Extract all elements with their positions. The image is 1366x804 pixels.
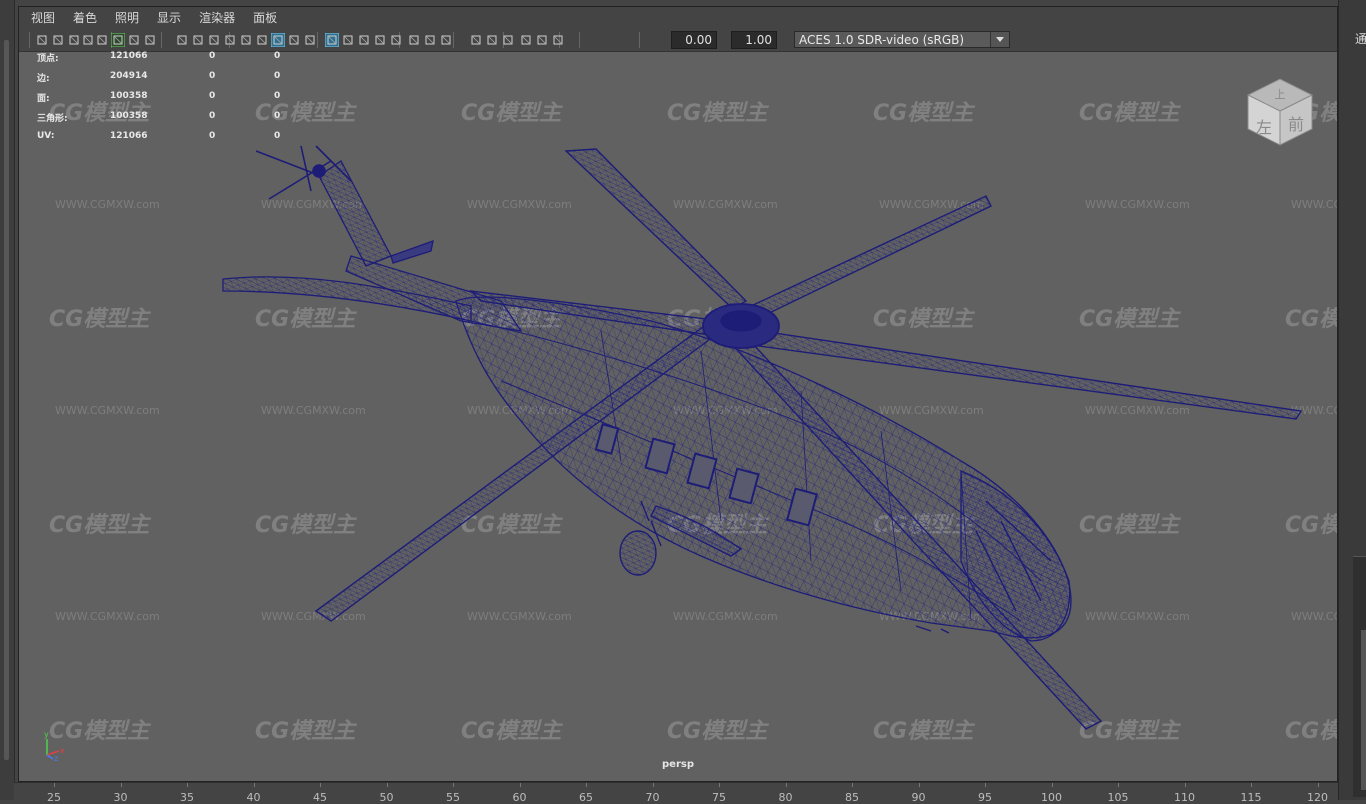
camera-name-label: persp <box>662 759 694 770</box>
viewcube-front-label: 前 <box>1288 115 1304 134</box>
ruler-mark <box>1051 783 1053 787</box>
ruler-mark <box>985 783 986 787</box>
hud-value-total: 100358 <box>110 111 148 121</box>
hud-value-third: 0 <box>274 71 281 81</box>
hud-value-third: 0 <box>274 131 281 141</box>
ruler-mark <box>320 783 321 787</box>
ruler-tick-label: 105 <box>1107 791 1129 804</box>
axis-gizmo: y x z <box>44 730 65 761</box>
ruler-mark <box>1118 783 1119 787</box>
ruler-mark <box>386 783 388 787</box>
ruler-tick-label: 35 <box>180 791 194 804</box>
axis-x-label: x <box>60 746 65 755</box>
ruler-tick-label: 60 <box>512 791 527 804</box>
ruler-tick-label: 70 <box>645 791 660 804</box>
hud-value-third: 0 <box>274 51 281 61</box>
ruler-mark <box>1184 783 1186 787</box>
ruler-mark <box>253 783 255 787</box>
left-shelf-rail <box>0 0 15 800</box>
hud-value-selected: 0 <box>209 131 216 141</box>
hud-value-total: 121066 <box>110 51 148 61</box>
hud-value-selected: 0 <box>209 71 216 81</box>
ruler-tick-label: 100 <box>1041 791 1062 804</box>
ruler-tick-label: 95 <box>978 791 992 804</box>
view-cube[interactable]: 上 左 前 <box>1244 75 1316 147</box>
hud-label: UV: <box>37 131 55 141</box>
viewcube-top-label: 上 <box>1275 88 1286 101</box>
hud-value-total: 100358 <box>110 91 148 101</box>
ruler-tick-label: 45 <box>313 791 327 804</box>
helicopter-wireframe[interactable] <box>19 7 1337 781</box>
hud-value-selected: 0 <box>209 51 216 61</box>
time-slider-ruler[interactable]: 25 30 35 40 45 50 55 60 65 70 75 80 85 90 95 100 105 110 1… <box>14 782 1338 804</box>
hud-label: 顶点: <box>37 54 59 64</box>
hud-label: 边: <box>37 74 50 84</box>
ruler-tick-label: 65 <box>579 791 593 804</box>
perspective-viewport[interactable]: 视图 着色 照明 显示 渲染器 面板 0.00 1.00 ACES 1.0 SD… <box>18 6 1338 782</box>
channel-box-tab[interactable]: 通 <box>1355 30 1366 47</box>
channel-box-panel: 通 显 层 <box>1338 0 1366 800</box>
hud-value-selected: 0 <box>209 111 216 121</box>
ruler-tick-label: 55 <box>446 791 460 804</box>
ruler-mark <box>120 783 122 787</box>
layer-scrollbar[interactable] <box>1361 630 1366 790</box>
ruler-mark <box>652 783 654 787</box>
ruler-mark <box>852 783 853 787</box>
ruler-tick-label: 30 <box>113 791 128 804</box>
ruler-tick-label: 50 <box>379 791 394 804</box>
ruler-tick-label: 115 <box>1240 791 1262 804</box>
ruler-mark <box>54 783 55 787</box>
ruler-mark <box>519 783 521 787</box>
hud-value-total: 121066 <box>110 131 148 141</box>
hud-label: 三角形: <box>37 114 68 124</box>
ruler-mark <box>187 783 188 787</box>
hud-label: 面: <box>37 94 50 104</box>
ruler-mark <box>1251 783 1252 787</box>
hud-value-selected: 0 <box>209 91 216 101</box>
axis-y-label: y <box>44 730 49 739</box>
ruler-tick-label: 85 <box>845 791 859 804</box>
ruler-tick-label: 120 <box>1307 791 1328 804</box>
hud-value-total: 204914 <box>110 71 148 81</box>
ruler-tick-label: 90 <box>911 791 926 804</box>
ruler-tick-label: 75 <box>712 791 726 804</box>
left-scroll-grip[interactable] <box>4 40 9 760</box>
hud-value-third: 0 <box>274 111 281 121</box>
ruler-tick-label: 25 <box>47 791 61 804</box>
ruler-mark <box>1317 783 1319 787</box>
hud-value-third: 0 <box>274 91 281 101</box>
ruler-mark <box>918 783 920 787</box>
ruler-tick-label: 110 <box>1174 791 1195 804</box>
ruler-tick-label: 80 <box>778 791 793 804</box>
ruler-mark <box>785 783 787 787</box>
ruler-mark <box>719 783 720 787</box>
ruler-tick-label: 40 <box>246 791 261 804</box>
viewcube-left-label: 左 <box>1256 118 1272 137</box>
ruler-mark <box>586 783 587 787</box>
ruler-mark <box>453 783 454 787</box>
